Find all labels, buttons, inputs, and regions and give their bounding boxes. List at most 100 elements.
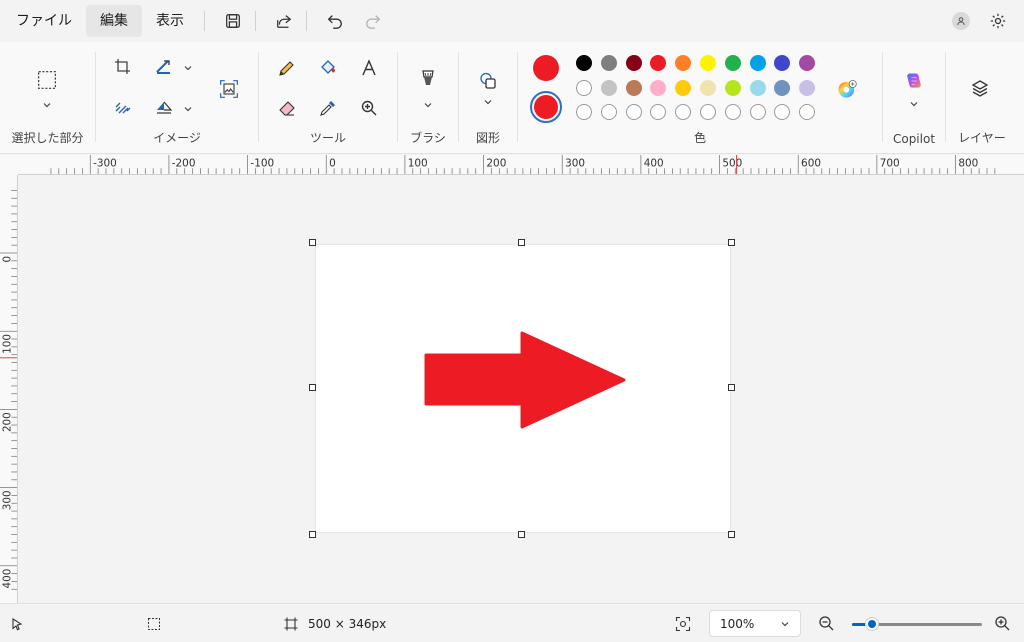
image-creator-button[interactable] (214, 74, 244, 104)
shapes-icon (480, 72, 496, 89)
custom-color-slot[interactable] (700, 104, 716, 120)
ruler-label: -200 (172, 157, 196, 169)
custom-color-slot[interactable] (625, 104, 642, 120)
menu-file[interactable]: ファイル (2, 5, 86, 37)
secondary-color-swatch[interactable] (534, 95, 558, 119)
eraser-button[interactable] (273, 94, 301, 122)
palette-swatch[interactable] (650, 80, 667, 96)
palette-swatch[interactable] (675, 55, 692, 71)
custom-color-slot[interactable] (600, 104, 617, 120)
resize-handle-right[interactable] (728, 384, 735, 391)
palette-swatch[interactable] (576, 80, 592, 96)
redo-button[interactable] (357, 5, 389, 37)
ruler-label: 600 (801, 157, 821, 169)
share-button[interactable] (268, 5, 300, 37)
ruler-label: 300 (565, 157, 585, 169)
zoom-out-button[interactable] (818, 604, 835, 642)
settings-button[interactable] (982, 5, 1014, 37)
resize-handle-top[interactable] (518, 239, 525, 246)
canvas-size-text: 500 × 346px (308, 616, 387, 631)
group-copilot: Copilot (883, 42, 945, 154)
palette-swatch[interactable] (625, 80, 642, 96)
magnifier-button[interactable] (355, 94, 383, 122)
zoom-in-button[interactable] (994, 604, 1011, 642)
ruler-label: 100 (408, 157, 428, 169)
resize-handle-bottom[interactable] (518, 531, 525, 538)
fit-to-window-button[interactable] (675, 604, 691, 642)
canvas-drawing (424, 331, 626, 429)
group-label-shapes: 図形 (475, 131, 500, 145)
chevron-down-icon[interactable] (42, 100, 52, 110)
resize-handle-top-right[interactable] (728, 239, 735, 246)
palette-swatch[interactable] (724, 80, 741, 96)
zoom-select[interactable]: 100% (709, 610, 801, 637)
palette-swatch[interactable] (749, 80, 766, 96)
resize-handle-bottom-left[interactable] (309, 531, 316, 538)
custom-color-slot[interactable] (724, 104, 741, 120)
resize-handle-bottom-right[interactable] (728, 531, 735, 538)
background-removal-button[interactable] (109, 94, 137, 122)
palette-swatch[interactable] (724, 55, 741, 71)
palette-swatch[interactable] (799, 80, 816, 96)
palette-swatch[interactable] (700, 55, 716, 71)
chevron-down-icon[interactable] (909, 99, 919, 109)
custom-color-slot[interactable] (774, 104, 791, 120)
menu-bar: ファイル 編集 表示 (0, 0, 1024, 42)
custom-color-slot[interactable] (675, 104, 692, 120)
palette-swatch[interactable] (774, 80, 791, 96)
chevron-down-icon[interactable] (183, 63, 193, 73)
group-label-brush: ブラシ (410, 131, 446, 145)
palette-swatch[interactable] (675, 80, 692, 96)
palette-swatch[interactable] (625, 55, 642, 71)
canvas-size: 500 × 346px (284, 604, 386, 642)
save-button[interactable] (217, 5, 249, 37)
fill-button[interactable] (314, 54, 342, 82)
drawing-canvas[interactable] (316, 245, 730, 532)
palette-swatch[interactable] (749, 55, 766, 71)
eyedropper-icon (320, 101, 335, 116)
chevron-down-icon[interactable] (183, 104, 193, 114)
custom-color-slot[interactable] (749, 104, 766, 120)
palette-swatch[interactable] (650, 55, 667, 71)
group-label-copilot: Copilot (892, 132, 936, 146)
select-button[interactable] (32, 65, 62, 95)
chevron-down-icon[interactable] (483, 97, 493, 107)
group-label-tools: ツール (309, 131, 346, 145)
crop-button[interactable] (109, 53, 137, 81)
selection-size-icon (148, 617, 160, 630)
custom-color-slot[interactable] (650, 104, 667, 120)
resize-handle-left[interactable] (309, 384, 316, 391)
resize-handle-top-left[interactable] (309, 239, 316, 246)
palette-swatch[interactable] (799, 55, 816, 71)
background-remove-icon (115, 102, 131, 114)
palette-swatch[interactable] (774, 55, 791, 71)
pointer-icon (12, 617, 23, 630)
undo-button[interactable] (319, 5, 351, 37)
edit-colors-button[interactable] (832, 74, 862, 104)
palette-swatch[interactable] (600, 80, 617, 96)
brush-button[interactable] (414, 64, 442, 92)
ribbon: 選択した部分 イメージ ツール ブラシ 図形 色 Copilot レイヤー (0, 42, 1024, 154)
layers-button[interactable] (966, 74, 994, 102)
red-arrow-shape[interactable] (424, 331, 626, 429)
shapes-button[interactable] (474, 67, 502, 95)
resize-button[interactable] (150, 53, 178, 81)
text-button[interactable] (355, 54, 383, 82)
pencil-button[interactable] (273, 54, 301, 82)
flip-rotate-button[interactable] (150, 94, 178, 122)
zoom-in-icon (361, 100, 377, 116)
palette-swatch[interactable] (600, 55, 617, 71)
copilot-button[interactable] (899, 66, 929, 96)
share-icon (277, 15, 292, 28)
primary-color-swatch[interactable] (533, 55, 559, 81)
color-picker-button[interactable] (314, 94, 342, 122)
chevron-down-icon[interactable] (423, 100, 433, 110)
palette-swatch[interactable] (576, 55, 592, 71)
custom-color-slot[interactable] (799, 104, 816, 120)
zoom-slider-thumb[interactable] (864, 617, 879, 631)
account-avatar[interactable] (952, 12, 970, 30)
menu-edit[interactable]: 編集 (86, 5, 142, 37)
palette-swatch[interactable] (700, 80, 716, 96)
custom-color-slot[interactable] (576, 104, 592, 120)
menu-view[interactable]: 表示 (142, 5, 198, 37)
